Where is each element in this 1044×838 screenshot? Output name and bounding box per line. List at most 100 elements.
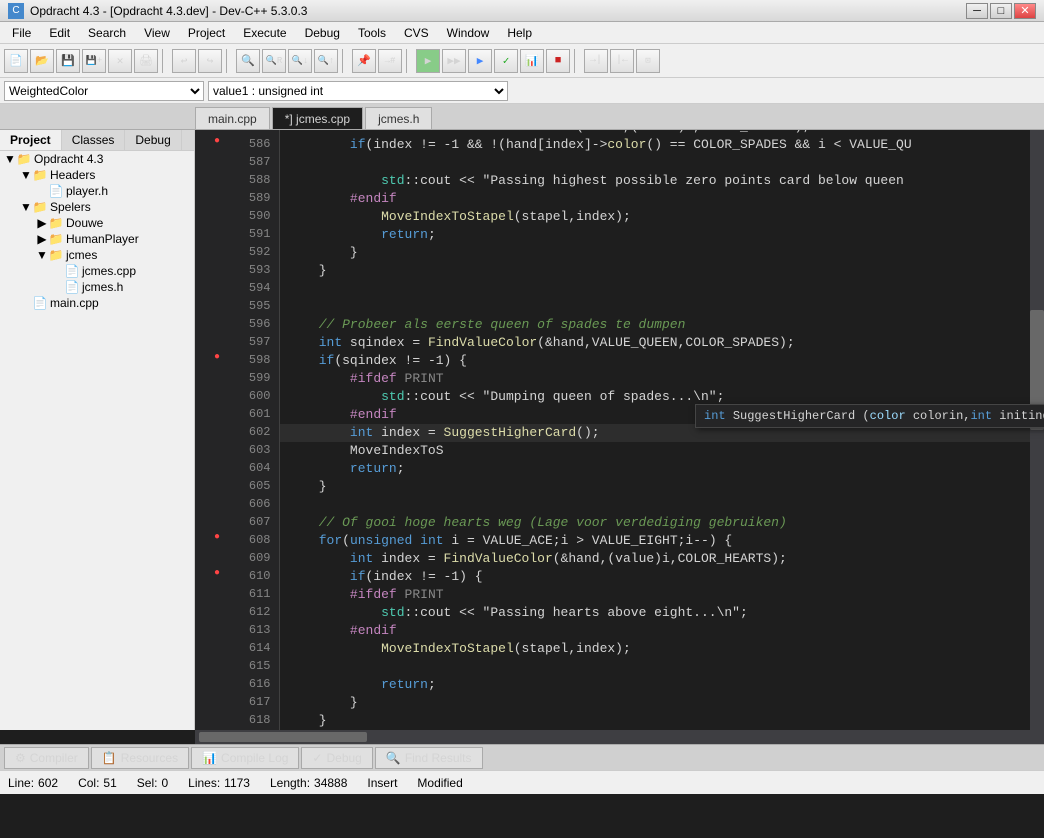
line-row[interactable]: 616 return; [195,676,1044,694]
line-content[interactable]: MoveIndexToStapel(stapel,index); [279,640,1044,658]
line-content[interactable]: int index = FindValueColor(&hand,(value)… [279,550,1044,568]
line-row[interactable]: 606 [195,496,1044,514]
line-content[interactable] [279,280,1044,298]
line-content[interactable]: } [279,694,1044,712]
find-prev-button[interactable]: 🔍↑ [314,49,338,73]
line-content[interactable]: return; [279,226,1044,244]
h-scroll-thumb[interactable] [199,732,367,742]
menu-help[interactable]: Help [499,24,540,42]
indent-button[interactable]: →| [584,49,608,73]
line-row[interactable]: 592 } [195,244,1044,262]
tree-spelers[interactable]: ▼ 📁 Spelers [16,199,194,215]
line-content[interactable] [279,154,1044,172]
line-content[interactable]: } [279,712,1044,730]
line-content[interactable]: std::cout << "Passing hearts above eight… [279,604,1044,622]
line-content[interactable]: MoveIndexToStapel(stapel,index); [279,208,1044,226]
line-content[interactable]: } [279,262,1044,280]
menu-project[interactable]: Project [180,24,233,42]
check-button[interactable]: ✓ [494,49,518,73]
redo-button[interactable]: ↪ [198,49,222,73]
close-button2[interactable]: ✕ [108,49,132,73]
line-content[interactable]: // Of gooi hoge hearts weg (Lage voor ve… [279,514,1044,532]
line-content[interactable] [279,298,1044,316]
line-content[interactable]: #ifdef PRINT [279,370,1044,388]
line-content[interactable]: if(sqindex != -1) { [279,352,1044,370]
line-content[interactable] [279,658,1044,676]
tab-compiler[interactable]: ⚙ Compiler [4,747,89,769]
class-dropdown[interactable]: WeightedColor [4,81,204,101]
line-content[interactable]: if(index != -1 && !(hand[index]->color()… [279,136,1044,154]
line-row[interactable]: 604 return; [195,460,1044,478]
run-button[interactable]: ▶▶ [442,49,466,73]
save-button[interactable]: 💾 [56,49,80,73]
tree-root[interactable]: ▼ 📁 Opdracht 4.3 [0,151,194,167]
save-all-button[interactable]: 💾+ [82,49,106,73]
stop-button[interactable]: ■ [546,49,570,73]
line-content[interactable]: #endif [279,190,1044,208]
line-row[interactable]: 597 int sqindex = FindValueColor(&hand,V… [195,334,1044,352]
menu-debug[interactable]: Debug [297,24,348,42]
line-row[interactable]: 599 #ifdef PRINT [195,370,1044,388]
menu-execute[interactable]: Execute [235,24,294,42]
line-row[interactable]: 588 std::cout << "Passing highest possib… [195,172,1044,190]
open-button[interactable]: 📂 [30,49,54,73]
code-area[interactable]: 584 for(unsigned int i = VALUE_ACE;i > V… [195,130,1044,730]
tree-jcmes[interactable]: ▼ 📁 jcmes [32,247,194,263]
menu-window[interactable]: Window [439,24,498,42]
line-row[interactable]: 617 } [195,694,1044,712]
line-content[interactable]: return; [279,460,1044,478]
tree-humanplayer[interactable]: ▶ 📁 HumanPlayer [32,231,194,247]
line-row[interactable]: 613 #endif [195,622,1044,640]
tab-jcmes-cpp[interactable]: *] jcmes.cpp [272,107,363,129]
line-row[interactable]: ●608 for(unsigned int i = VALUE_ACE;i > … [195,532,1044,550]
debug-run-button[interactable]: ▶ [468,49,492,73]
graph-button[interactable]: 📊 [520,49,544,73]
print-button[interactable]: 🖨 [134,49,158,73]
line-content[interactable]: MoveIndexToS [279,442,1044,460]
line-content[interactable]: // Probeer als eerste queen of spades te… [279,316,1044,334]
line-row[interactable]: ●586 if(index != -1 && !(hand[index]->co… [195,136,1044,154]
line-row[interactable]: 609 int index = FindValueColor(&hand,(va… [195,550,1044,568]
sidebar-tab-debug[interactable]: Debug [125,130,181,150]
line-row[interactable]: 590 MoveIndexToStapel(stapel,index); [195,208,1044,226]
tree-main-cpp[interactable]: 📄 main.cpp [16,295,194,311]
line-row[interactable]: 596 // Probeer als eerste queen of spade… [195,316,1044,334]
undo-button[interactable]: ↩ [172,49,196,73]
line-row[interactable]: 605 } [195,478,1044,496]
line-row[interactable]: 593 } [195,262,1044,280]
menu-view[interactable]: View [136,24,178,42]
line-content[interactable]: } [279,478,1044,496]
line-row[interactable]: ●598 if(sqindex != -1) { [195,352,1044,370]
tab-main-cpp[interactable]: main.cpp [195,107,270,129]
unindent-button[interactable]: |← [610,49,634,73]
tab-debug[interactable]: ✓ Debug [301,747,372,769]
tree-player-h[interactable]: 📄 player.h [32,183,194,199]
line-row[interactable]: 614 MoveIndexToStapel(stapel,index); [195,640,1044,658]
line-content[interactable]: std::cout << "Passing highest possible z… [279,172,1044,190]
tree-headers[interactable]: ▼ 📁 Headers [16,167,194,183]
menu-edit[interactable]: Edit [41,24,78,42]
line-content[interactable]: if(index != -1) { [279,568,1044,586]
tree-douwe[interactable]: ▶ 📁 Douwe [32,215,194,231]
member-dropdown[interactable]: value1 : unsigned int [208,81,508,101]
menu-search[interactable]: Search [80,24,134,42]
line-content[interactable]: #ifdef PRINT [279,586,1044,604]
bookmark-button[interactable]: 📌 [352,49,376,73]
line-row[interactable]: 612 std::cout << "Passing hearts above e… [195,604,1044,622]
menu-file[interactable]: File [4,24,39,42]
tab-compile-log[interactable]: 📊 Compile Log [191,747,299,769]
line-content[interactable]: for(unsigned int i = VALUE_ACE;i > VALUE… [279,532,1044,550]
line-row[interactable]: 607 // Of gooi hoge hearts weg (Lage voo… [195,514,1044,532]
line-content[interactable]: #endif [279,622,1044,640]
vertical-scrollbar[interactable] [1030,130,1044,730]
tab-resources[interactable]: 📋 Resources [91,747,189,769]
goto-button[interactable]: →# [378,49,402,73]
code-editor[interactable]: 584 for(unsigned int i = VALUE_ACE;i > V… [195,130,1044,730]
horizontal-scrollbar[interactable] [195,730,1044,744]
menu-cvs[interactable]: CVS [396,24,437,42]
minimize-button[interactable]: ─ [966,3,988,19]
line-content[interactable]: } [279,244,1044,262]
menu-tools[interactable]: Tools [350,24,394,42]
tree-jcmes-cpp[interactable]: 📄 jcmes.cpp [48,263,194,279]
line-row[interactable]: 618 } [195,712,1044,730]
